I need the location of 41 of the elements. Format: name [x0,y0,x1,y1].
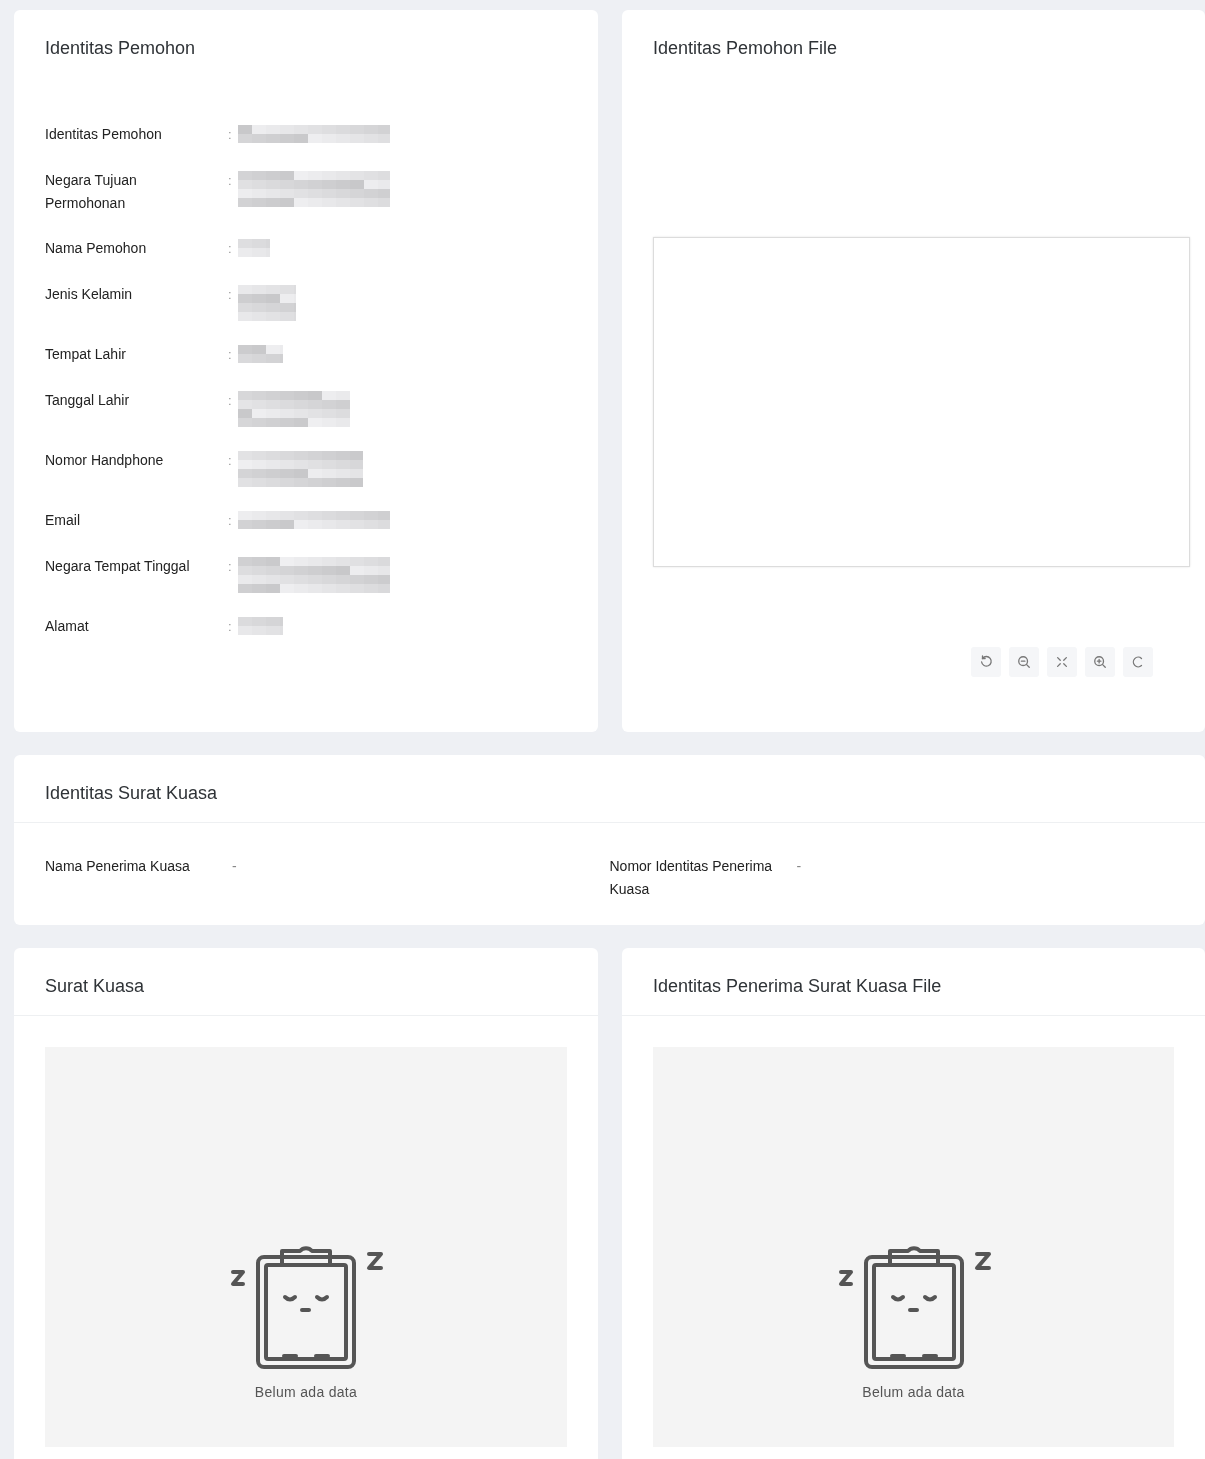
zoom-in-icon [1093,655,1107,669]
separator: : [228,512,233,530]
fit-button[interactable] [1047,647,1077,677]
separator: : [228,286,233,304]
field-label: Nama Penerima Kuasa [45,857,191,876]
rotate-right-button[interactable] [1123,647,1153,677]
rotate-left-button[interactable] [971,647,1001,677]
separator: : [228,558,233,576]
field-label: Negara Tujuan Permohonan [45,171,138,213]
card-title: Identitas Surat Kuasa [14,755,1205,823]
zoom-in-button[interactable] [1085,647,1115,677]
separator: : [228,346,233,364]
empty-message: Belum ada data [254,1384,358,1400]
separator: : [228,240,233,258]
card-title: Identitas Pemohon [44,37,197,59]
rotate-left-icon [979,655,993,669]
card-title: Surat Kuasa [14,948,598,1016]
field-label: Tempat Lahir [45,345,127,364]
field-label: Nama Pemohon [45,239,148,258]
field-label: Alamat [45,617,90,636]
zoom-out-icon [1017,655,1031,669]
card-title: Identitas Pemohon File [652,37,839,59]
field-label: Nomor Handphone [45,451,165,470]
rotate-right-icon [1131,655,1145,669]
separator: : [228,452,233,470]
field-label: Negara Tempat Tinggal [45,557,191,576]
field-label: Identitas Pemohon [45,125,163,144]
separator: : [228,618,233,636]
zoom-out-button[interactable] [1009,647,1039,677]
field-label: Jenis Kelamin [45,285,134,304]
separator: : [228,126,233,144]
field-value: - [796,857,803,876]
expand-icon [1055,655,1069,669]
empty-message: Belum ada data [862,1384,965,1400]
field-label: Email [45,511,81,530]
separator: : [228,392,233,410]
field-label: Tanggal Lahir [45,391,131,410]
field-value: - [232,857,238,876]
separator: : [228,172,233,190]
field-label: Nomor Identitas Penerima Kuasa [609,857,774,899]
card-title: Identitas Penerima Surat Kuasa File [622,948,1205,1016]
